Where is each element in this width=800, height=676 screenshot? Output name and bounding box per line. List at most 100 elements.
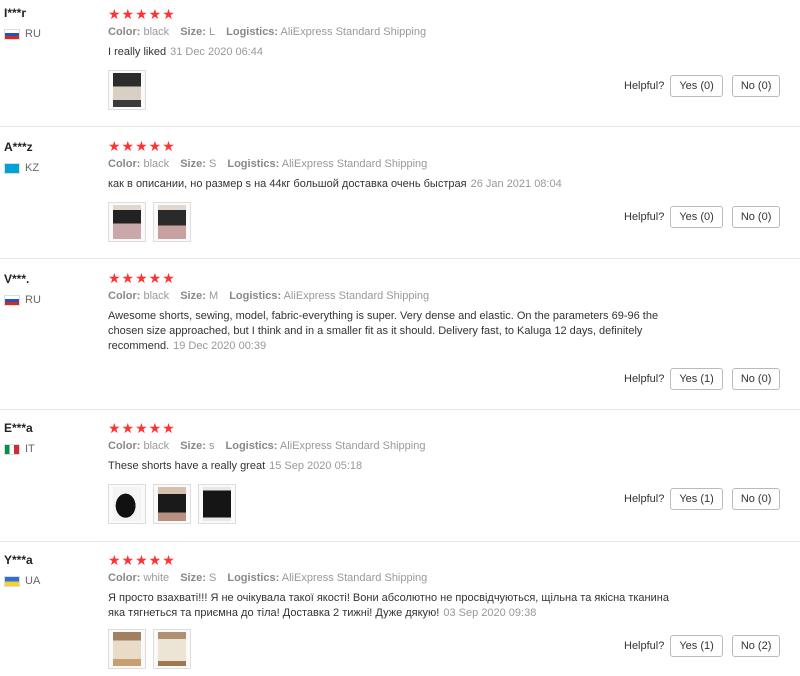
review-date: 19 Dec 2020 00:39 [173,340,267,352]
review-item: A***z KZ ★★★★★ Color: black Size: S Logi… [0,127,800,259]
review-item: E***a IT ★★★★★ Color: black Size: s Logi… [0,410,800,542]
flag-ru-icon [4,28,20,40]
logistics-value: AliExpress Standard Shipping [283,290,430,302]
reviewer-info: V***. RU [4,272,41,306]
review-text-block: These shorts have a really great 15 Sep 2… [108,459,678,474]
helpful-label: Helpful? [624,373,665,385]
reviewer-name: E***a [4,421,33,435]
reviewer-country: KZ [4,162,39,174]
helpful-section: Helpful? Yes (0) No (0) [624,75,789,97]
flag-ru-icon [4,294,20,306]
review-photos [108,70,708,110]
helpful-no-button[interactable]: No (0) [731,488,781,510]
review-item: I***r RU ★★★★★ Color: black Size: L Logi… [0,0,800,127]
reviewer-info: I***r RU [4,6,41,40]
flag-it-icon [4,443,20,455]
country-code: IT [25,443,35,455]
review-text-block: как в описании, но размер s на 44кг боль… [108,177,678,192]
review-content: ★★★★★ Color: black Size: M Logistics: Al… [108,270,708,354]
helpful-yes-button[interactable]: Yes (1) [670,635,723,657]
star-rating: ★★★★★ [108,420,176,436]
helpful-no-button[interactable]: No (2) [731,635,781,657]
logistics-value: AliExpress Standard Shipping [279,440,426,452]
review-date: 26 Jan 2021 08:04 [470,178,562,190]
size-value: L [208,26,216,38]
size-value: s [208,440,215,452]
review-content: ★★★★★ Color: black Size: s Logistics: Al… [108,420,708,524]
reviewer-country: IT [4,443,35,455]
color-label: Color: [108,290,141,302]
review-item: V***. RU ★★★★★ Color: black Size: M Logi… [0,259,800,410]
size-label: Size: [180,440,206,452]
color-value: black [143,158,170,170]
logistics-label: Logistics: [225,440,278,452]
review-photo[interactable] [108,70,146,110]
reviewer-name: V***. [4,272,30,286]
logistics-value: AliExpress Standard Shipping [281,572,428,584]
review-photo[interactable] [153,202,191,242]
review-text-block: Awesome shorts, sewing, model, fabric-ev… [108,309,678,354]
logistics-label: Logistics: [226,26,279,38]
country-code: RU [25,294,41,306]
review-text: These shorts have a really great [108,460,266,472]
size-label: Size: [180,290,206,302]
review-photo[interactable] [153,629,191,669]
review-photo[interactable] [198,484,236,524]
reviewer-name: I***r [4,6,27,20]
helpful-yes-button[interactable]: Yes (1) [670,488,723,510]
color-value: black [143,290,170,302]
review-date: 31 Dec 2020 06:44 [170,46,264,58]
review-content: ★★★★★ Color: black Size: L Logistics: Al… [108,6,708,110]
star-rating: ★★★★★ [108,270,176,286]
helpful-yes-button[interactable]: Yes (1) [670,368,723,390]
color-value: black [143,26,170,38]
review-photos [108,202,708,242]
size-value: S [208,572,217,584]
review-photo[interactable] [108,629,146,669]
country-code: UA [25,575,41,587]
color-value: black [143,440,170,452]
helpful-label: Helpful? [624,80,665,92]
size-label: Size: [180,572,206,584]
logistics-value: AliExpress Standard Shipping [281,158,428,170]
reviewer-country: UA [4,575,40,587]
review-photos [108,629,708,669]
color-value: white [143,572,170,584]
review-date: 03 Sep 2020 09:38 [443,607,537,619]
review-text: Я просто взахваті!!! Я не очікувала тако… [108,592,669,619]
country-code: RU [25,28,41,40]
flag-ua-icon [4,575,20,587]
reviewer-info: E***a IT [4,421,35,455]
helpful-yes-button[interactable]: Yes (0) [670,206,723,228]
reviewer-info: Y***a UA [4,553,40,587]
helpful-yes-button[interactable]: Yes (0) [670,75,723,97]
logistics-label: Logistics: [227,572,280,584]
review-meta: Color: black Size: S Logistics: AliExpre… [108,158,708,170]
color-label: Color: [108,158,141,170]
review-photo[interactable] [108,484,146,524]
review-photo[interactable] [108,202,146,242]
helpful-no-button[interactable]: No (0) [731,206,781,228]
size-value: S [208,158,217,170]
color-label: Color: [108,440,141,452]
review-text-block: I really liked 31 Dec 2020 06:44 [108,45,678,60]
helpful-no-button[interactable]: No (0) [731,75,781,97]
review-meta: Color: black Size: M Logistics: AliExpre… [108,290,708,302]
size-label: Size: [180,26,206,38]
size-label: Size: [180,158,206,170]
color-label: Color: [108,572,141,584]
reviewer-name: A***z [4,140,33,154]
review-photo[interactable] [153,484,191,524]
helpful-no-button[interactable]: No (0) [731,368,781,390]
review-content: ★★★★★ Color: black Size: S Logistics: Al… [108,138,708,242]
review-text-block: Я просто взахваті!!! Я не очікувала тако… [108,591,678,621]
helpful-label: Helpful? [624,640,665,652]
helpful-label: Helpful? [624,493,665,505]
helpful-label: Helpful? [624,211,665,223]
reviewer-country: RU [4,294,41,306]
logistics-label: Logistics: [227,158,280,170]
helpful-section: Helpful? Yes (0) No (0) [624,206,789,228]
star-rating: ★★★★★ [108,6,176,22]
helpful-section: Helpful? Yes (1) No (0) [624,488,789,510]
review-meta: Color: white Size: S Logistics: AliExpre… [108,572,708,584]
